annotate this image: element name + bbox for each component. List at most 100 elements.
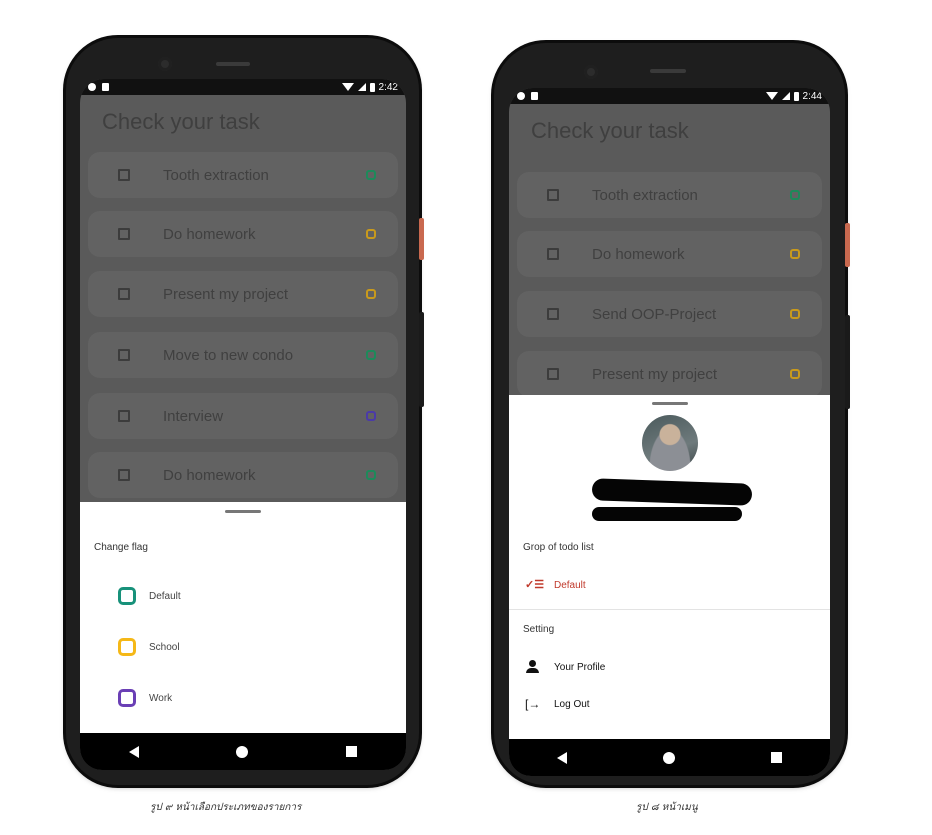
flag-icon xyxy=(366,350,376,360)
flag-option-label: Default xyxy=(149,590,181,602)
setting-heading: Setting xyxy=(523,624,555,635)
task-checkbox[interactable] xyxy=(547,189,559,201)
recent-apps-icon[interactable] xyxy=(346,746,358,757)
task-card[interactable]: Tooth extraction xyxy=(517,172,822,218)
front-camera xyxy=(158,57,172,71)
wifi-icon xyxy=(341,83,354,91)
task-card[interactable]: Do homework xyxy=(88,452,398,498)
group-item-default[interactable]: ✓☰ Default xyxy=(525,578,586,592)
sheet-heading: Change flag xyxy=(94,542,148,553)
flag-option-label: Work xyxy=(149,692,173,704)
notification-icon xyxy=(88,83,96,91)
group-item-label: Default xyxy=(554,579,586,591)
redacted-email xyxy=(592,507,742,521)
group-heading: Grop of todo list xyxy=(523,542,594,553)
logout-icon: [→ xyxy=(525,697,541,711)
flag-icon xyxy=(790,369,800,379)
flag-option-work[interactable]: Work xyxy=(118,689,172,707)
sd-card-icon xyxy=(531,92,538,100)
flag-icon xyxy=(366,229,376,239)
screen-left: 2:42 Check your task Tooth extraction Do… xyxy=(80,79,406,770)
status-bar: 2:44 xyxy=(509,88,830,104)
phone-left: 2:42 Check your task Tooth extraction Do… xyxy=(66,38,424,785)
task-checkbox[interactable] xyxy=(547,308,559,320)
battery-icon xyxy=(369,82,375,92)
task-checkbox[interactable] xyxy=(118,410,130,422)
log-out-item[interactable]: [→ Log Out xyxy=(525,697,590,711)
flag-option-label: School xyxy=(149,641,180,653)
speaker-grille xyxy=(650,69,686,73)
teal-flag-icon xyxy=(118,587,136,605)
navigation-bar xyxy=(80,733,406,770)
sheet-drag-handle[interactable] xyxy=(225,510,261,513)
sheet-drag-handle[interactable] xyxy=(651,402,688,405)
phone-right: 2:44 Check your task Tooth extraction Do… xyxy=(494,43,850,785)
back-icon[interactable] xyxy=(557,751,567,764)
power-key[interactable] xyxy=(845,223,850,267)
recent-apps-icon[interactable] xyxy=(771,752,782,763)
task-checkbox[interactable] xyxy=(118,349,130,361)
status-bar: 2:42 xyxy=(80,79,406,95)
task-card[interactable]: Present my project xyxy=(517,351,822,397)
caption-left: รูป ๙ หน้าเลือกประเภทของรายการ xyxy=(150,802,302,813)
task-card[interactable]: Present my project xyxy=(88,271,398,317)
sd-card-icon xyxy=(102,83,109,91)
caption-right: รูป ๘ หน้าเมนู xyxy=(636,802,698,813)
task-label: Do homework xyxy=(592,245,685,263)
checklist-icon: ✓☰ xyxy=(525,579,545,591)
status-time: 2:42 xyxy=(378,81,398,93)
task-label: Do homework xyxy=(163,466,256,484)
task-card[interactable]: Send OOP-Project xyxy=(517,291,822,337)
task-checkbox[interactable] xyxy=(118,169,130,181)
task-label: Present my project xyxy=(163,285,289,303)
flag-icon xyxy=(366,470,376,480)
task-card[interactable]: Do homework xyxy=(517,231,822,277)
notification-icon xyxy=(517,92,525,100)
power-key[interactable] xyxy=(419,218,424,260)
task-card[interactable]: Do homework xyxy=(88,211,398,257)
flag-icon xyxy=(790,190,800,200)
task-card[interactable]: Tooth extraction xyxy=(88,152,398,198)
task-label: Tooth extraction xyxy=(163,166,269,184)
task-label: Tooth extraction xyxy=(592,186,698,204)
speaker-grille xyxy=(216,62,250,66)
redacted-name xyxy=(591,478,753,506)
task-checkbox[interactable] xyxy=(118,469,130,481)
profile-label: Your Profile xyxy=(554,661,606,673)
page-title: Check your task xyxy=(102,109,260,134)
signal-icon xyxy=(781,92,790,100)
flag-icon xyxy=(366,170,376,180)
task-label: Send OOP-Project xyxy=(592,305,717,323)
back-icon[interactable] xyxy=(128,745,139,758)
task-checkbox[interactable] xyxy=(118,228,130,240)
menu-sheet: Grop of todo list ✓☰ Default Setting You… xyxy=(509,395,830,739)
purple-flag-icon xyxy=(118,689,136,707)
flag-icon xyxy=(366,289,376,299)
task-card[interactable]: Move to new condo xyxy=(88,332,398,378)
task-checkbox[interactable] xyxy=(547,248,559,260)
flag-icon xyxy=(790,249,800,259)
front-camera xyxy=(584,65,598,79)
home-icon[interactable] xyxy=(236,745,249,758)
navigation-bar xyxy=(509,739,830,776)
task-checkbox[interactable] xyxy=(547,368,559,380)
page-title: Check your task xyxy=(531,118,689,143)
task-checkbox[interactable] xyxy=(118,288,130,300)
task-label: Interview xyxy=(163,407,224,425)
logout-label: Log Out xyxy=(554,698,590,710)
volume-key[interactable] xyxy=(419,312,424,407)
task-card[interactable]: Interview xyxy=(88,393,398,439)
flag-option-school[interactable]: School xyxy=(118,638,180,656)
yellow-flag-icon xyxy=(118,638,136,656)
flag-option-default[interactable]: Default xyxy=(118,587,181,605)
person-icon xyxy=(525,660,541,674)
home-icon[interactable] xyxy=(663,751,675,764)
battery-icon xyxy=(793,91,799,101)
change-flag-sheet: Change flag Default School Work xyxy=(80,502,406,733)
task-label: Move to new condo xyxy=(163,346,294,364)
avatar[interactable] xyxy=(641,415,698,471)
your-profile-item[interactable]: Your Profile xyxy=(525,660,605,674)
screen-right: 2:44 Check your task Tooth extraction Do… xyxy=(509,88,830,776)
task-label: Present my project xyxy=(592,365,718,383)
volume-key[interactable] xyxy=(845,315,850,409)
